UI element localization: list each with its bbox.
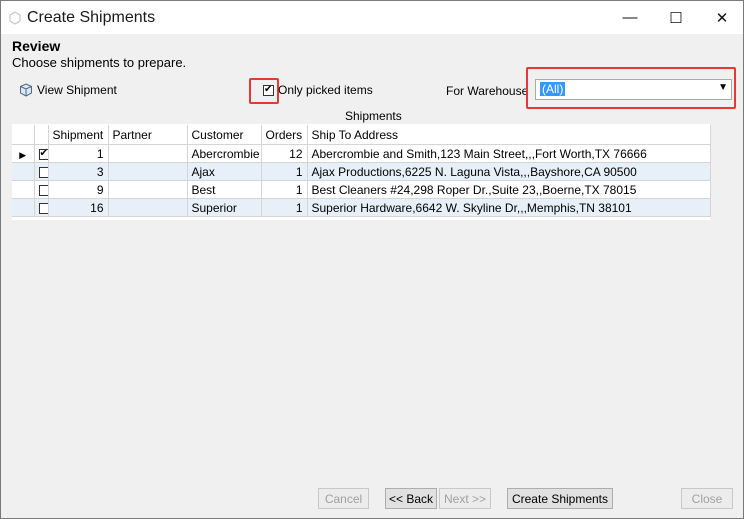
app-icon bbox=[9, 11, 21, 25]
table-row[interactable]: 9 Best 1 Best Cleaners #24,298 Roper Dr.… bbox=[12, 180, 711, 199]
view-shipment-button[interactable]: View Shipment bbox=[19, 83, 117, 97]
maximize-button[interactable]: ☐ bbox=[653, 1, 699, 34]
column-header-shipment[interactable]: Shipment bbox=[48, 125, 109, 145]
only-picked-checkbox[interactable] bbox=[263, 83, 274, 97]
cell-orders: 1 bbox=[261, 162, 308, 181]
cell-shipment: 3 bbox=[48, 162, 109, 181]
cell-address: Abercrombie and Smith,123 Main Street,,,… bbox=[307, 144, 711, 163]
row-checkbox[interactable] bbox=[34, 180, 49, 199]
table-row[interactable]: 3 Ajax 1 Ajax Productions,6225 N. Laguna… bbox=[12, 162, 711, 181]
page-title: Review bbox=[12, 38, 61, 54]
shipments-caption: Shipments bbox=[345, 109, 402, 123]
create-shipments-window: Create Shipments — ☐ ✕ Review Choose shi… bbox=[0, 0, 744, 519]
grid-header-row: Shipment Partner Customer Orders Ship To… bbox=[12, 125, 711, 145]
current-row-indicator-icon: ▶ bbox=[12, 144, 35, 163]
cell-shipment: 16 bbox=[48, 198, 109, 217]
warehouse-value: (All) bbox=[540, 82, 566, 96]
cell-partner bbox=[108, 198, 188, 217]
cell-customer: Abercrombie bbox=[187, 144, 262, 163]
cell-partner bbox=[108, 180, 188, 199]
column-header-address[interactable]: Ship To Address bbox=[307, 125, 711, 145]
cell-address: Ajax Productions,6225 N. Laguna Vista,,,… bbox=[307, 162, 711, 181]
warehouse-select[interactable]: (All) ▼ bbox=[535, 79, 732, 100]
cell-customer: Best bbox=[187, 180, 262, 199]
cell-address: Best Cleaners #24,298 Roper Dr.,Suite 23… bbox=[307, 180, 711, 199]
cell-address: Superior Hardware,6642 W. Skyline Dr,,,M… bbox=[307, 198, 711, 217]
column-header-customer[interactable]: Customer bbox=[187, 125, 262, 145]
table-row[interactable]: ▶ 1 Abercrombie 12 Abercrombie and Smith… bbox=[12, 144, 711, 163]
row-indicator-header bbox=[12, 125, 35, 145]
column-header-orders[interactable]: Orders bbox=[261, 125, 308, 145]
shipments-grid: Shipment Partner Customer Orders Ship To… bbox=[12, 125, 711, 217]
cell-partner bbox=[108, 162, 188, 181]
close-window-button[interactable]: ✕ bbox=[699, 1, 743, 34]
row-indicator bbox=[12, 180, 35, 199]
cell-shipment: 9 bbox=[48, 180, 109, 199]
view-shipment-label: View Shipment bbox=[37, 83, 117, 97]
cell-partner bbox=[108, 144, 188, 163]
row-checkbox[interactable] bbox=[34, 144, 49, 163]
window-title: Create Shipments bbox=[27, 9, 156, 26]
warehouse-label: For Warehouse bbox=[446, 84, 529, 98]
create-shipments-button[interactable]: Create Shipments bbox=[507, 488, 613, 509]
only-picked-label: Only picked items bbox=[278, 83, 373, 97]
cell-shipment: 1 bbox=[48, 144, 109, 163]
title-bar: Create Shipments — ☐ ✕ bbox=[1, 1, 743, 34]
dropdown-arrow-icon[interactable]: ▼ bbox=[718, 82, 728, 93]
cell-customer: Ajax bbox=[187, 162, 262, 181]
column-header-partner[interactable]: Partner bbox=[108, 125, 188, 145]
back-button[interactable]: << Back bbox=[385, 488, 437, 509]
cell-customer: Superior bbox=[187, 198, 262, 217]
minimize-button[interactable]: — bbox=[607, 1, 653, 34]
page-subtitle: Choose shipments to prepare. bbox=[12, 55, 187, 70]
row-checkbox[interactable] bbox=[34, 198, 49, 217]
cancel-button[interactable]: Cancel bbox=[318, 488, 369, 509]
package-icon bbox=[20, 83, 32, 97]
close-button[interactable]: Close bbox=[681, 488, 733, 509]
cell-orders: 1 bbox=[261, 180, 308, 199]
table-row[interactable]: 16 Superior 1 Superior Hardware,6642 W. … bbox=[12, 198, 711, 217]
select-header bbox=[34, 125, 49, 145]
row-indicator bbox=[12, 198, 35, 217]
next-button[interactable]: Next >> bbox=[439, 488, 491, 509]
row-checkbox[interactable] bbox=[34, 162, 49, 181]
cell-orders: 1 bbox=[261, 198, 308, 217]
only-picked-toggle[interactable]: Only picked items bbox=[263, 83, 373, 97]
cell-orders: 12 bbox=[261, 144, 308, 163]
row-indicator bbox=[12, 162, 35, 181]
